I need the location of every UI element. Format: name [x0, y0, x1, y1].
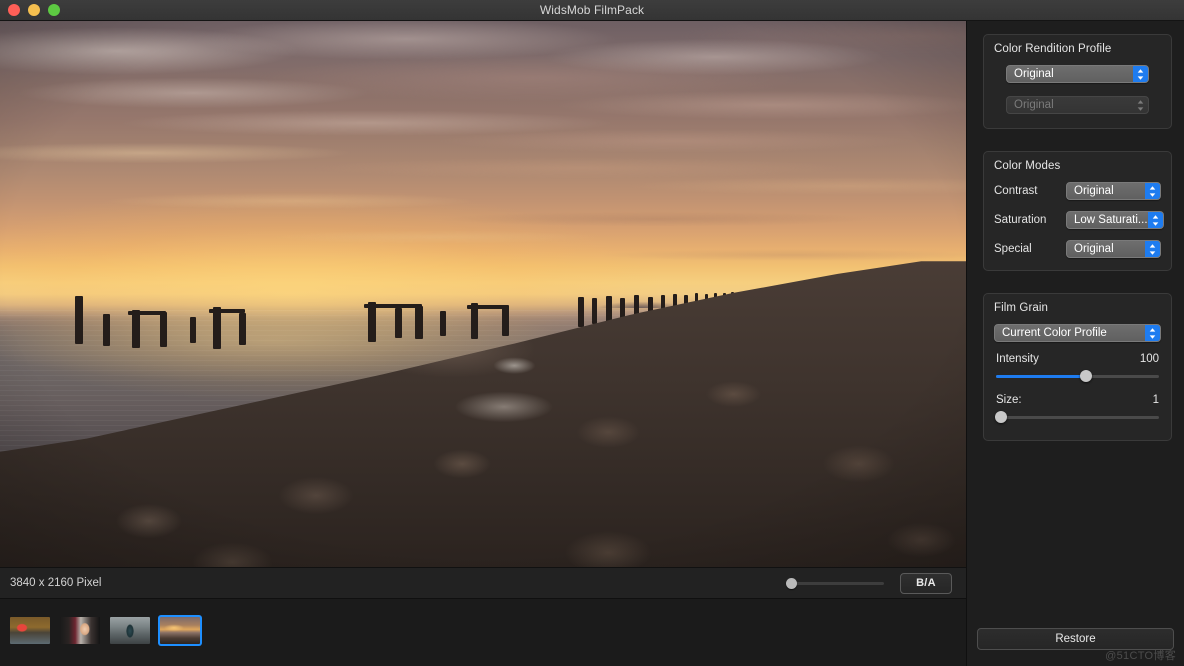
- thumbnail-image-4: [160, 616, 200, 644]
- color-rendition-subprofile-value: Original: [1014, 99, 1054, 111]
- settings-panel: Color Rendition Profile Original Origina…: [966, 21, 1184, 666]
- thumbnail-item-4-selected[interactable]: [158, 614, 202, 646]
- saturation-label: Saturation: [994, 214, 1047, 226]
- before-after-slider[interactable]: [786, 576, 884, 590]
- color-rendition-profile-select[interactable]: Original: [1006, 65, 1149, 83]
- special-label: Special: [994, 243, 1032, 255]
- panel-spacer: [967, 463, 1184, 628]
- size-label: Size:: [996, 394, 1022, 406]
- size-value: 1: [1152, 394, 1159, 406]
- contrast-row: Contrast Original: [994, 182, 1161, 200]
- special-value: Original: [1074, 243, 1114, 255]
- status-bar: 3840 x 2160 Pixel B/A: [0, 567, 966, 598]
- saturation-row: Saturation Low Saturati...: [994, 211, 1164, 229]
- chevron-updown-icon: [1145, 325, 1160, 341]
- image-canvas[interactable]: [0, 21, 966, 567]
- thumbnail-image-2: [60, 616, 100, 644]
- chevron-updown-icon: [1147, 212, 1163, 228]
- thumbnail-item-2[interactable]: [58, 615, 102, 646]
- thumbnail-item-3[interactable]: [108, 615, 152, 646]
- size-slider-track: [996, 416, 1159, 419]
- color-rendition-profile-group: Color Rendition Profile Original Origina…: [983, 34, 1172, 129]
- chevron-updown-icon: [1145, 183, 1160, 199]
- minimize-window-button[interactable]: [28, 4, 40, 16]
- intensity-slider[interactable]: [996, 369, 1159, 383]
- color-rendition-subprofile-select: Original: [1006, 96, 1149, 114]
- chevron-updown-icon: [1145, 241, 1160, 257]
- close-window-button[interactable]: [8, 4, 20, 16]
- film-grain-title: Film Grain: [994, 302, 1049, 314]
- saturation-select[interactable]: Low Saturati...: [1066, 211, 1164, 229]
- saturation-value: Low Saturati...: [1074, 214, 1148, 226]
- contrast-label: Contrast: [994, 185, 1038, 197]
- intensity-slider-knob[interactable]: [1079, 370, 1092, 382]
- intensity-slider-fill: [996, 375, 1086, 378]
- thumbnail-image-3: [110, 616, 150, 644]
- color-modes-group: Color Modes Contrast Original Saturation…: [983, 151, 1172, 271]
- intensity-label-row: Intensity 100: [996, 353, 1159, 365]
- main-body: 3840 x 2160 Pixel B/A Color Rendition Pr…: [0, 21, 1184, 666]
- special-select[interactable]: Original: [1066, 240, 1161, 258]
- film-grain-profile-select[interactable]: Current Color Profile: [994, 324, 1161, 342]
- size-slider-knob[interactable]: [994, 411, 1007, 423]
- thumbnail-item-1[interactable]: [8, 615, 52, 646]
- contrast-value: Original: [1074, 185, 1114, 197]
- special-row: Special Original: [994, 240, 1161, 258]
- app-window: WidsMob FilmPack 3840 x 2160 Pixel B/A C…: [0, 0, 1184, 666]
- film-grain-profile-value: Current Color Profile: [1002, 327, 1107, 339]
- title-bar: WidsMob FilmPack: [0, 0, 1184, 21]
- before-after-slider-track: [786, 582, 884, 585]
- film-grain-group: Film Grain Current Color Profile Intensi…: [983, 293, 1172, 441]
- thumbnail-image-1: [10, 616, 50, 644]
- size-label-row: Size: 1: [996, 394, 1159, 406]
- size-slider[interactable]: [994, 410, 1159, 424]
- contrast-select[interactable]: Original: [1066, 182, 1161, 200]
- color-modes-title: Color Modes: [994, 160, 1061, 172]
- image-dimensions-label: 3840 x 2160 Pixel: [10, 577, 102, 589]
- intensity-label: Intensity: [996, 353, 1039, 365]
- window-title: WidsMob FilmPack: [539, 3, 645, 17]
- thumbnail-filmstrip: [0, 598, 966, 661]
- window-controls: [8, 4, 60, 16]
- chevron-updown-icon-disabled: [1133, 97, 1148, 113]
- maximize-window-button[interactable]: [48, 4, 60, 16]
- editor-area: 3840 x 2160 Pixel B/A: [0, 21, 966, 666]
- chevron-updown-icon: [1133, 66, 1148, 82]
- watermark-label: @51CTO博客: [1105, 650, 1176, 662]
- color-rendition-profile-title: Color Rendition Profile: [994, 43, 1112, 55]
- color-rendition-profile-value: Original: [1014, 68, 1054, 80]
- before-after-slider-knob[interactable]: [786, 578, 797, 589]
- before-after-button[interactable]: B/A: [900, 572, 952, 594]
- intensity-value: 100: [1139, 353, 1159, 365]
